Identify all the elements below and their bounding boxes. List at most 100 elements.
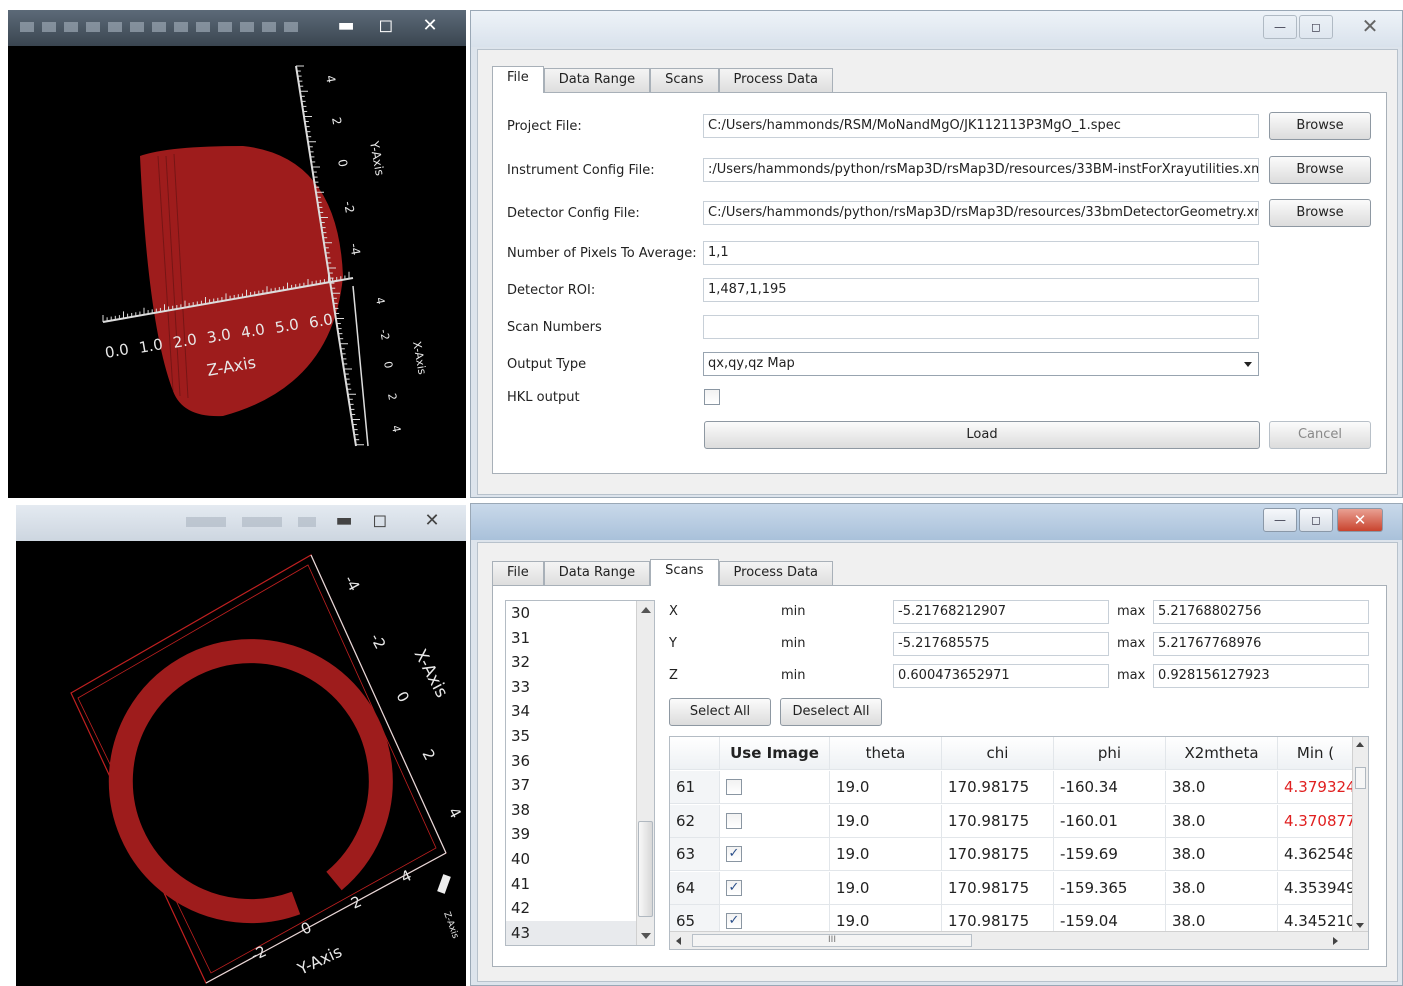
close-icon[interactable]: ✕ (412, 509, 452, 535)
use-image-checkbox[interactable]: ✓ (726, 846, 742, 862)
scrollbar-thumb[interactable] (1355, 767, 1366, 789)
use-image-cell[interactable] (720, 771, 830, 804)
range-min-field[interactable]: -5.217685575 (893, 632, 1109, 656)
range-min-field[interactable]: -5.21768212907 (893, 600, 1109, 624)
select-all-button[interactable]: Select All (669, 698, 771, 726)
table-header-cell[interactable]: Use Image (720, 737, 830, 770)
use-image-cell[interactable] (720, 804, 830, 838)
image-table[interactable]: Use Image theta chi phi X2mtheta Min (61 19.0 1… (669, 736, 1369, 950)
use-image-checkbox[interactable]: ✓ (726, 879, 742, 896)
minimize-icon[interactable]: ▬ (326, 14, 366, 40)
close-button[interactable]: ✕ (1347, 15, 1393, 39)
list-item[interactable]: 34 (506, 699, 654, 724)
table-header-cell[interactable] (670, 737, 720, 770)
list-item[interactable]: 43 (506, 920, 654, 945)
viewer-titlebar[interactable]: ▬ ◻ ✕ (16, 505, 466, 541)
list-item[interactable]: 33 (506, 675, 654, 700)
range-min-field[interactable]: 0.600473652971 (893, 664, 1109, 688)
use-image-checkbox[interactable]: ✓ (726, 913, 742, 929)
window-titlebar[interactable]: — ◻ ✕ (471, 11, 1402, 47)
range-max-field[interactable]: 5.21767768976 (1153, 632, 1369, 656)
use-image-checkbox[interactable] (726, 812, 742, 829)
process-dialog-file[interactable]: — ◻ ✕ File Data Range Scans Process Data… (470, 10, 1403, 498)
close-button[interactable]: ✕ (1337, 508, 1383, 532)
use-image-cell[interactable]: ✓ (720, 838, 830, 871)
list-item[interactable]: 36 (506, 749, 654, 774)
window-titlebar[interactable]: — ◻ ✕ (471, 504, 1402, 540)
output-type-select[interactable]: qx,qy,qz Map (703, 352, 1259, 376)
process-dialog-scans[interactable]: — ◻ ✕ File Data Range Scans Process Data… (470, 503, 1403, 986)
x-axis-line (352, 285, 369, 447)
table-vscrollbar[interactable] (1352, 737, 1368, 933)
scroll-down-icon[interactable] (641, 933, 651, 939)
pixels-average-field[interactable]: 1,1 (703, 241, 1259, 265)
hkl-output-checkbox[interactable] (704, 389, 720, 405)
list-item[interactable]: 31 (506, 626, 654, 651)
minimize-button[interactable]: — (1263, 508, 1297, 532)
volume-viewer-top[interactable]: ▬ ◻ ✕ 0.0 1.0 2.0 3.0 4.0 5.0 6.0 Z-Axis 4 2 0 -2… (8, 10, 466, 498)
detector-roi-field[interactable]: 1,487,1,195 (703, 278, 1259, 302)
scroll-down-icon[interactable] (1356, 923, 1364, 928)
table-hscrollbar[interactable]: III (670, 931, 1368, 949)
tab-scans[interactable]: Scans (650, 68, 719, 92)
scan-numbers-field[interactable] (703, 315, 1259, 339)
scroll-right-icon[interactable] (1333, 937, 1338, 945)
project-file-browse-button[interactable]: Browse (1269, 112, 1371, 140)
table-header-cell[interactable]: chi (942, 737, 1054, 770)
table-header-cell[interactable]: X2mtheta (1166, 737, 1278, 770)
table-row-header[interactable]: 64 (670, 871, 720, 905)
table-row-header[interactable]: 61 (670, 771, 720, 804)
minimize-icon[interactable]: ▬ (324, 509, 364, 535)
list-item[interactable]: 41 (506, 872, 654, 897)
list-item[interactable]: 32 (506, 650, 654, 675)
range-max-field[interactable]: 0.928156127923 (1153, 664, 1369, 688)
scroll-left-icon[interactable] (676, 937, 681, 945)
detector-config-browse-button[interactable]: Browse (1269, 199, 1371, 227)
scrollbar-thumb[interactable] (638, 821, 653, 917)
load-button[interactable]: Load (704, 421, 1260, 449)
cancel-button[interactable]: Cancel (1269, 421, 1371, 449)
scroll-up-icon[interactable] (641, 607, 651, 613)
table-row-header[interactable]: 63 (670, 838, 720, 871)
table-header-cell[interactable]: Min ( (1278, 737, 1354, 770)
list-item[interactable]: 39 (506, 822, 654, 847)
volume-render-bottom[interactable]: -4-2024 X-Axis -2024 Y-Axis Z-Axis (16, 543, 466, 986)
tab-data-range[interactable]: Data Range (543, 68, 651, 92)
list-item[interactable]: 30 (506, 601, 654, 626)
use-image-checkbox[interactable] (726, 779, 742, 795)
maximize-icon[interactable]: ◻ (360, 509, 400, 535)
volume-render-top[interactable]: 0.0 1.0 2.0 3.0 4.0 5.0 6.0 Z-Axis 420-2-4 Y-A… (8, 46, 466, 498)
list-item[interactable]: 38 (506, 798, 654, 823)
range-max-field[interactable]: 5.21768802756 (1153, 600, 1369, 624)
list-item[interactable]: 42 (506, 896, 654, 921)
tab-data-range[interactable]: Data Range (543, 561, 651, 585)
tab-process-data[interactable]: Process Data (718, 561, 834, 585)
volume-viewer-bottom[interactable]: ▬ ◻ ✕ -4-2024 X-Axis -2024 Y-Axis Z-Axis (16, 505, 466, 986)
maximize-button[interactable]: ◻ (1299, 15, 1333, 39)
list-item[interactable]: 40 (506, 847, 654, 872)
minimize-button[interactable]: — (1263, 15, 1297, 39)
table-row-header[interactable]: 62 (670, 804, 720, 838)
tab-scans[interactable]: Scans (650, 559, 719, 586)
scan-list[interactable]: 30 31 32 33 34 35 36 37 38 39 40 41 42 43 (505, 600, 655, 946)
project-file-field[interactable]: C:/Users/hammonds/RSM/MoNandMgO/JK112113… (703, 114, 1259, 138)
deselect-all-button[interactable]: Deselect All (780, 698, 882, 726)
tab-file[interactable]: File (492, 561, 544, 585)
maximize-button[interactable]: ◻ (1299, 508, 1333, 532)
instrument-config-field[interactable]: :/Users/hammonds/python/rsMap3D/rsMap3D/… (703, 158, 1259, 182)
close-icon[interactable]: ✕ (410, 14, 450, 40)
tab-file[interactable]: File (492, 66, 544, 93)
list-item[interactable]: 37 (506, 773, 654, 798)
maximize-icon[interactable]: ◻ (366, 14, 406, 40)
list-item[interactable]: 35 (506, 724, 654, 749)
viewer-titlebar[interactable]: ▬ ◻ ✕ (8, 10, 466, 46)
use-image-cell[interactable]: ✓ (720, 871, 830, 905)
scroll-up-icon[interactable] (1356, 742, 1364, 747)
table-header-cell[interactable]: theta (830, 737, 942, 770)
scan-list-scrollbar[interactable] (636, 601, 654, 945)
detector-config-field[interactable]: C:/Users/hammonds/python/rsMap3D/rsMap3D… (703, 201, 1259, 225)
instrument-config-browse-button[interactable]: Browse (1269, 156, 1371, 184)
table-header-cell[interactable]: phi (1054, 737, 1166, 770)
tab-process-data[interactable]: Process Data (718, 68, 834, 92)
scrollbar-thumb[interactable]: III (692, 934, 972, 947)
